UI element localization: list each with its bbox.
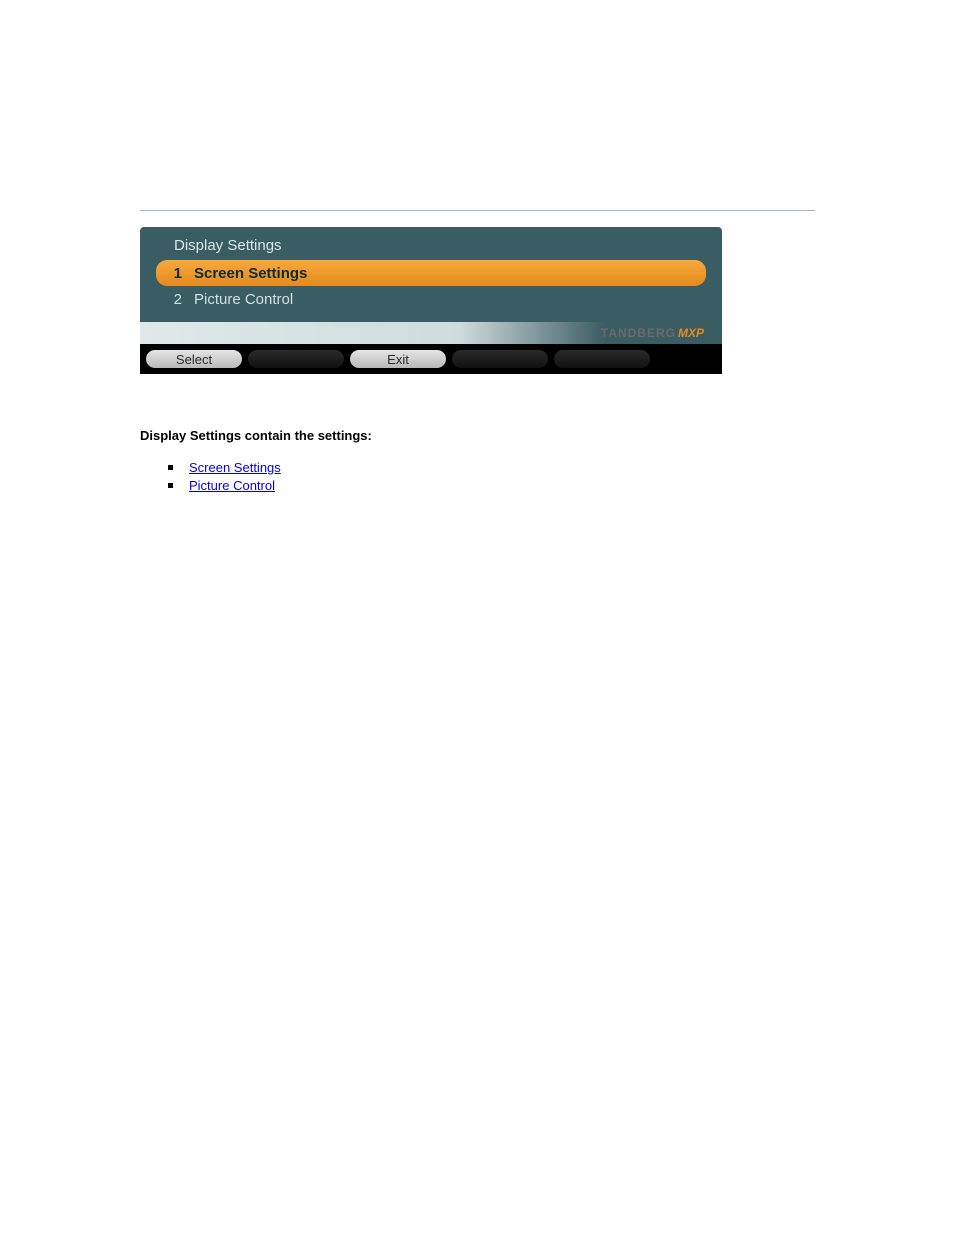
- button-bar: Select Exit: [140, 344, 722, 374]
- link-list: Screen Settings Picture Control: [168, 460, 281, 496]
- menu-item-screen-settings[interactable]: 1 Screen Settings: [156, 260, 706, 286]
- menu-item-label: Picture Control: [182, 291, 293, 308]
- device-screenshot: Display Settings 1 Screen Settings 2 Pic…: [140, 227, 722, 374]
- menu-item-picture-control[interactable]: 2 Picture Control: [156, 286, 706, 312]
- section-caption: Display Settings contain the settings:: [140, 428, 815, 443]
- horizontal-rule: [140, 210, 815, 211]
- list-item: Picture Control: [168, 478, 281, 493]
- button-slot-empty: [452, 350, 548, 368]
- screen-settings-link[interactable]: Screen Settings: [189, 460, 281, 475]
- document-page: Display Settings 1 Screen Settings 2 Pic…: [0, 0, 954, 1235]
- menu-item-number: 2: [164, 291, 182, 308]
- exit-button[interactable]: Exit: [350, 350, 446, 368]
- brand-suffix: MXP: [678, 326, 704, 340]
- button-slot-empty: [248, 350, 344, 368]
- select-button[interactable]: Select: [146, 350, 242, 368]
- bullet-icon: [168, 465, 173, 470]
- brand-bar: TANDBERGMXP: [140, 322, 722, 344]
- menu-item-label: Screen Settings: [182, 265, 307, 282]
- menu-panel: Display Settings 1 Screen Settings 2 Pic…: [140, 227, 722, 322]
- list-item: Screen Settings: [168, 460, 281, 475]
- bullet-icon: [168, 483, 173, 488]
- brand-name: TANDBERG: [601, 326, 676, 340]
- picture-control-link[interactable]: Picture Control: [189, 478, 275, 493]
- menu-item-number: 1: [164, 265, 182, 282]
- button-slot-empty: [554, 350, 650, 368]
- panel-title: Display Settings: [150, 233, 712, 260]
